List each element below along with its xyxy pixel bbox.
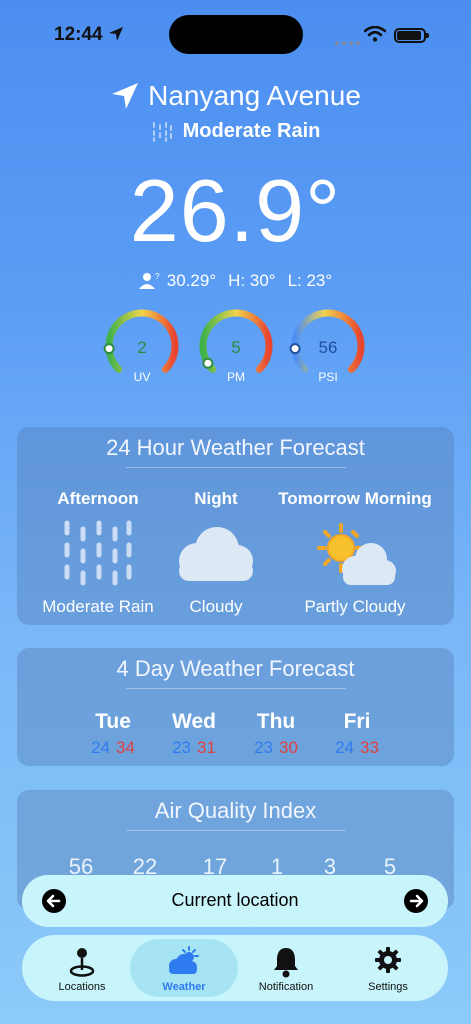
divider — [125, 830, 346, 831]
battery-icon — [394, 28, 429, 43]
day-temps: 24 33 — [322, 738, 392, 758]
high-temp: H: 30° — [228, 271, 276, 290]
gear-icon — [375, 947, 401, 973]
gauge-value: 2 — [137, 338, 147, 357]
rain-icon — [64, 520, 132, 586]
card-title: 4 Day Weather Forecast — [116, 656, 355, 681]
period-name: Afternoon — [57, 489, 139, 508]
gauge-value: 5 — [231, 338, 241, 357]
tab-bar: Locations Weather Notification Settings — [22, 935, 448, 1001]
tab-label: Weather — [162, 981, 206, 993]
period-condition: Partly Cloudy — [304, 597, 406, 616]
day-name: Fri — [343, 710, 371, 733]
card-title: 24 Hour Weather Forecast — [106, 435, 365, 460]
divider — [125, 688, 346, 689]
current-location-label[interactable]: Current location — [22, 890, 448, 911]
tab-label: Locations — [58, 981, 106, 993]
period-condition: Moderate Rain — [42, 597, 154, 616]
day-low: 23 — [254, 738, 273, 757]
gauge-knob — [202, 357, 214, 369]
forecast-24h-card: 24 Hour Weather Forecast Afternoon Moder… — [17, 427, 454, 625]
forecast-day: Thu 23 30 — [241, 710, 311, 758]
cloud-icon — [179, 527, 253, 581]
tab-weather[interactable]: Weather — [130, 939, 238, 997]
period-name: Night — [194, 489, 238, 508]
wifi-icon — [364, 26, 386, 42]
map-pin-icon — [69, 948, 95, 977]
day-high: 31 — [197, 738, 216, 757]
partly-cloudy-icon — [317, 523, 396, 585]
forecast-4day-card: 4 Day Weather Forecast Tue 24 34 Wed 23 31… — [17, 648, 454, 766]
svg-text:?: ? — [155, 272, 160, 281]
bell-icon — [274, 948, 298, 978]
feels-like-icon: ? — [138, 272, 160, 289]
condition-row: Moderate Rain — [0, 120, 471, 143]
day-low: 24 — [335, 738, 354, 757]
divider — [125, 467, 346, 468]
arrow-right-icon — [409, 894, 424, 908]
day-temps: 23 31 — [159, 738, 229, 758]
status-time: 12:44 — [54, 24, 103, 45]
day-temps: 24 34 — [78, 738, 148, 758]
day-low: 24 — [91, 738, 110, 757]
feels-like-temp: 30.29° — [166, 271, 217, 290]
gauge-value: 56 — [318, 338, 338, 357]
forecast-period: Afternoon — [37, 489, 159, 509]
day-name: Wed — [172, 710, 216, 733]
feels-like-row: ? 30.29° H: 30° L: 23° — [0, 271, 471, 291]
gauge-label: UV — [133, 370, 151, 384]
tab-notification[interactable]: Notification — [232, 939, 340, 997]
day-high: 33 — [360, 738, 379, 757]
forecast-period: Tomorrow Morning — [271, 489, 439, 509]
location-switcher: Current location — [22, 875, 448, 927]
card-title: Air Quality Index — [154, 798, 317, 823]
weather-icon — [169, 946, 199, 974]
period-name: Tomorrow Morning — [278, 489, 432, 508]
forecast-period: Night — [171, 489, 261, 509]
tab-locations[interactable]: Locations — [28, 939, 136, 997]
forecast-day: Wed 23 31 — [159, 710, 229, 758]
day-name: Tue — [95, 710, 131, 733]
location-name: Nanyang Avenue — [148, 80, 361, 111]
forecast-day: Tue 24 34 — [78, 710, 148, 758]
tab-settings[interactable]: Settings — [334, 939, 442, 997]
gauge-label: PM — [227, 370, 245, 384]
gauge-label: PSI — [318, 370, 338, 384]
day-temps: 23 30 — [241, 738, 311, 758]
gauge-psi: 56 PSI — [288, 306, 368, 386]
gauge-pm: 5 PM — [196, 306, 276, 386]
day-name: Thu — [256, 710, 296, 733]
next-location-button[interactable] — [404, 889, 428, 913]
tab-label: Settings — [368, 981, 408, 993]
forecast-day: Fri 24 33 — [322, 710, 392, 758]
period-condition: Cloudy — [189, 597, 243, 616]
dynamic-island — [169, 15, 303, 54]
rain-icon — [152, 121, 172, 142]
tab-label: Notification — [258, 981, 314, 993]
day-high: 34 — [116, 738, 135, 757]
location-arrow-icon — [112, 83, 139, 109]
status-bar: 12:44 ●●●● — [0, 0, 471, 70]
current-temperature: 26.9° — [129, 161, 342, 260]
day-low: 23 — [172, 738, 191, 757]
day-high: 30 — [279, 738, 298, 757]
location-header: Nanyang Avenue — [0, 80, 471, 112]
condition-text: Moderate Rain — [182, 120, 321, 142]
low-temp: L: 23° — [287, 271, 333, 290]
location-arrow-icon — [109, 27, 123, 41]
signal-dots-icon: ●●●● — [334, 38, 363, 49]
gauges: 2 UV 5 PM 56 PSI — [102, 306, 372, 392]
gauge-uv: 2 UV — [102, 306, 182, 386]
